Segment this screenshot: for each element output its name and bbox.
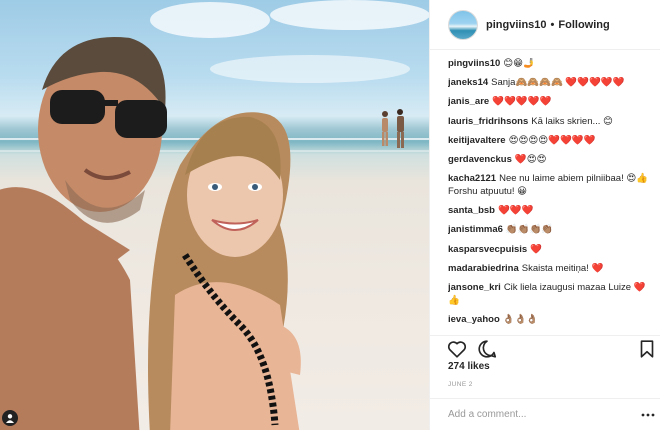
people-walking: [382, 109, 404, 148]
comment: kasparsvecpuisis ❤️: [448, 244, 653, 257]
add-comment-bar: [430, 398, 660, 430]
comment-username[interactable]: jansone_kri: [448, 282, 501, 293]
post-side-panel: pingviins10 • Following pingviins10 😊😁🤳 j…: [429, 0, 660, 430]
comment: gerdavenckus ❤️😍😍: [448, 154, 653, 167]
comment-text: Sanja🙈🙈🙈🙈 ❤️❤️❤️❤️❤️: [491, 77, 625, 89]
author-username[interactable]: pingviins10: [486, 19, 547, 31]
comment: jansone_kri Cik liela izaugusi mazaa Luiz…: [448, 282, 653, 307]
comment-text: Skaista meitiņa! ❤️: [521, 262, 604, 274]
comment-text: ❤️❤️❤️: [498, 205, 534, 217]
comment-username[interactable]: madarabiedrina: [448, 263, 519, 274]
comment-text: ❤️: [530, 243, 543, 255]
comment-username[interactable]: janis_are: [448, 96, 489, 107]
comment-text: 👏🏽👏🏽👏🏽👏🏽: [505, 224, 554, 236]
ellipsis-icon[interactable]: [641, 411, 655, 419]
post-date[interactable]: JUNE 2: [448, 381, 473, 388]
comment-username[interactable]: kacha2121: [448, 173, 496, 184]
comment-username[interactable]: gerdavenckus: [448, 154, 512, 165]
comment: janeks14 Sanja🙈🙈🙈🙈 ❤️❤️❤️❤️❤️: [448, 77, 653, 90]
comment-username[interactable]: janeks14: [448, 77, 488, 88]
comment-username[interactable]: pingviins10: [448, 58, 500, 69]
cloud: [270, 0, 429, 30]
post-photo[interactable]: [0, 0, 429, 430]
comment-list: pingviins10 😊😁🤳 janeks14 Sanja🙈🙈🙈🙈 ❤️❤️❤️❤…: [448, 58, 653, 326]
comment-username[interactable]: kasparsvecpuisis: [448, 244, 527, 255]
comment-input[interactable]: [448, 409, 623, 420]
cloud: [210, 55, 410, 83]
comment: kacha2121 Nee nu laime abiem pilniibaa! 😍…: [448, 173, 653, 198]
comment-username[interactable]: lauris_fridrihsons: [448, 116, 528, 127]
comment: janis_are ❤️❤️❤️❤️❤️: [448, 96, 653, 109]
comment: lauris_fridrihsons Kā laiks skrien... 😊: [448, 116, 653, 129]
comment-text: 😍😍😍😍❤️❤️❤️❤️: [508, 134, 596, 146]
comment: ieva_yahoo 👌🏽👌🏽👌🏽: [448, 314, 653, 326]
comment-username[interactable]: ieva_yahoo: [448, 314, 500, 325]
woman-smiling: [148, 112, 301, 430]
following-button[interactable]: Following: [558, 19, 609, 31]
comment: pingviins10 😊😁🤳: [448, 58, 653, 71]
heart-outline-icon[interactable]: [446, 338, 468, 360]
comment-text: ❤️❤️❤️❤️❤️: [492, 96, 552, 108]
comment: janistimma6 👏🏽👏🏽👏🏽👏🏽: [448, 224, 653, 237]
user-tag-icon[interactable]: [2, 410, 18, 426]
comment-text: 👌🏽👌🏽👌🏽: [502, 313, 539, 325]
separator-dot: •: [550, 18, 555, 31]
action-bar: [430, 335, 660, 360]
header-text: pingviins10 • Following: [486, 19, 610, 31]
comment: madarabiedrina Skaista meitiņa! ❤️: [448, 263, 653, 276]
comment-text: 😊😁🤳: [503, 58, 535, 69]
comment-text: ❤️😍😍: [514, 154, 547, 166]
comment-text: Kā laiks skrien... 😊: [531, 115, 613, 127]
comment-username[interactable]: keitijavaltere: [448, 135, 506, 146]
comment-username[interactable]: janistimma6: [448, 224, 503, 235]
comment-username[interactable]: santa_bsb: [448, 205, 495, 216]
post-header: pingviins10 • Following: [430, 0, 660, 50]
bookmark-icon[interactable]: [636, 338, 658, 360]
likes-count[interactable]: 274 likes: [448, 361, 490, 372]
avatar[interactable]: [448, 9, 478, 40]
comment: santa_bsb ❤️❤️❤️: [448, 205, 653, 218]
comment-bubble-icon[interactable]: [476, 338, 498, 360]
comment: keitijavaltere 😍😍😍😍❤️❤️❤️❤️: [448, 135, 653, 148]
